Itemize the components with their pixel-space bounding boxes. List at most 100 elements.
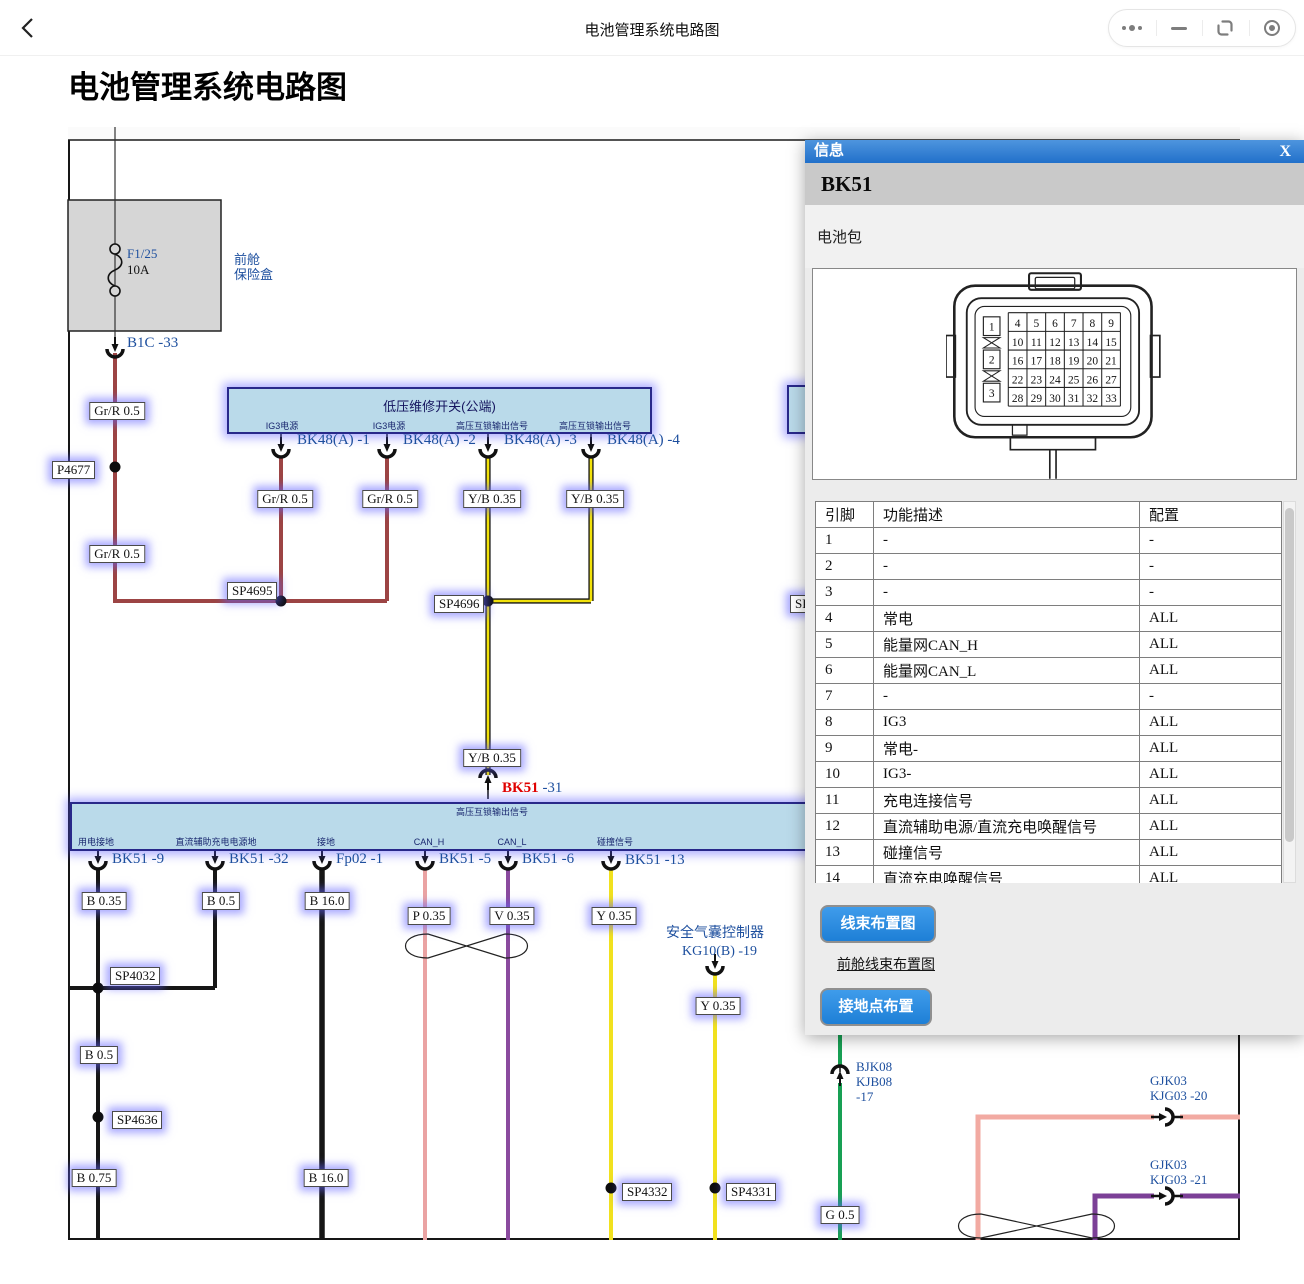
connector-id: BK51 bbox=[805, 163, 1304, 205]
table-scrollbar[interactable] bbox=[1283, 501, 1296, 883]
table-row: 8IG3ALL bbox=[816, 710, 1282, 736]
svg-text:9: 9 bbox=[1108, 318, 1114, 330]
table-row: 10IG3-ALL bbox=[816, 762, 1282, 788]
table-row: 12直流辅助电源/直流充电唤醒信号ALL bbox=[816, 814, 1282, 840]
ground-points-button[interactable]: 接地点布置 bbox=[820, 988, 932, 1026]
splice-label-sp4332[interactable]: SP4332 bbox=[622, 1183, 672, 1201]
close-icon[interactable]: X bbox=[1279, 141, 1291, 163]
svg-text:21: 21 bbox=[1105, 356, 1117, 368]
wire-label: P 0.35 bbox=[408, 907, 451, 925]
wire-label: B 0.5 bbox=[202, 892, 240, 910]
svg-text:17: 17 bbox=[1030, 356, 1042, 368]
table-row: 9常电-ALL bbox=[816, 736, 1282, 762]
minimize-icon[interactable] bbox=[1156, 10, 1203, 46]
pin-function-label: 高压互锁输出信号 bbox=[456, 421, 528, 431]
svg-text:29: 29 bbox=[1030, 393, 1042, 405]
connector-label-bk51-6[interactable]: BK51 -6 bbox=[522, 851, 574, 868]
pin-function-label: 接地 bbox=[317, 837, 335, 847]
connector-label-kg10[interactable]: KG10(B) -19 bbox=[682, 944, 757, 960]
splice-label-sp4696[interactable]: SP4696 bbox=[434, 595, 484, 613]
more-options-icon[interactable] bbox=[1109, 10, 1156, 46]
connector-label-bk51-31[interactable]: BK51 -31 bbox=[502, 780, 562, 797]
info-panel-header: 信息 X bbox=[805, 140, 1304, 163]
wire-label: Gr/R 0.5 bbox=[89, 402, 145, 420]
connector-label-bk51-32[interactable]: BK51 -32 bbox=[229, 851, 289, 868]
component-label-airbag[interactable]: 安全气囊控制器 bbox=[666, 926, 764, 942]
splice-label-p4677[interactable]: P4677 bbox=[52, 461, 95, 479]
svg-text:6: 6 bbox=[1052, 318, 1058, 330]
svg-text:20: 20 bbox=[1086, 356, 1098, 368]
table-row: 1-- bbox=[816, 528, 1282, 554]
svg-text:23: 23 bbox=[1030, 374, 1042, 386]
table-row: 4常电ALL bbox=[816, 606, 1282, 632]
connector-description: 电池包 bbox=[805, 205, 1304, 268]
svg-text:22: 22 bbox=[1011, 374, 1023, 386]
svg-text:32: 32 bbox=[1086, 393, 1098, 405]
connector-id-highlight[interactable]: BK51 bbox=[502, 780, 539, 796]
svg-text:26: 26 bbox=[1086, 374, 1098, 386]
circle-close-icon[interactable] bbox=[1249, 10, 1296, 46]
svg-text:33: 33 bbox=[1105, 393, 1117, 405]
connector-label-bk51-9[interactable]: BK51 -9 bbox=[112, 851, 164, 868]
splice-label-sp4695[interactable]: SP4695 bbox=[227, 582, 277, 600]
connector-label-fp02-1[interactable]: Fp02 -1 bbox=[336, 851, 383, 868]
wire-label: B 0.5 bbox=[80, 1046, 118, 1064]
top-strip bbox=[68, 127, 1240, 140]
wire-label: B 0.35 bbox=[82, 892, 127, 910]
connector-label-bjk08[interactable]: BJK08KJB08-17 bbox=[856, 1059, 892, 1104]
connector-label-bk48-2[interactable]: BK48(A) -2 bbox=[403, 432, 476, 449]
wire-label: G 0.5 bbox=[821, 1206, 860, 1224]
svg-text:8: 8 bbox=[1089, 318, 1095, 330]
wire-label: Y/B 0.35 bbox=[463, 749, 521, 767]
connector-label-gjk03-21[interactable]: GJK03KJG03 -21 bbox=[1150, 1157, 1207, 1187]
connector-label-gjk03-20[interactable]: GJK03KJG03 -20 bbox=[1150, 1073, 1207, 1103]
pin-function-label: 碰撞信号 bbox=[597, 837, 633, 847]
pin-function-label: 用电接地 bbox=[78, 837, 114, 847]
component-box-lv-service-switch[interactable]: 低压维修开关(公端) IG3电源 IG3电源 高压互锁输出信号 高压互锁输出信号 bbox=[227, 387, 652, 434]
circle-dot-glyph bbox=[1264, 20, 1280, 36]
scrollbar-thumb[interactable] bbox=[1285, 508, 1294, 842]
connector-label-b1c[interactable]: B1C -33 bbox=[127, 335, 178, 352]
table-row: 5能量网CAN_HALL bbox=[816, 632, 1282, 658]
svg-text:24: 24 bbox=[1049, 374, 1061, 386]
wire-label: B 16.0 bbox=[304, 1169, 349, 1187]
table-row: 11充电连接信号ALL bbox=[816, 788, 1282, 814]
connector-label-bk48-1[interactable]: BK48(A) -1 bbox=[297, 432, 370, 449]
pin-function-label: 高压互锁输出信号 bbox=[456, 807, 528, 817]
pin-function-label: 直流辅助充电电源地 bbox=[175, 837, 256, 847]
connector-label-bk51-5[interactable]: BK51 -5 bbox=[439, 851, 491, 868]
table-row: 14直流充电唤醒信号ALL bbox=[816, 866, 1282, 884]
table-row: 3-- bbox=[816, 580, 1282, 606]
fuse-box bbox=[68, 127, 221, 345]
svg-text:14: 14 bbox=[1086, 337, 1098, 349]
svg-text:27: 27 bbox=[1105, 374, 1117, 386]
fuse-id-label: F1/25 bbox=[127, 246, 157, 261]
table-row: 7-- bbox=[816, 684, 1282, 710]
splice-label-sp4331[interactable]: SP4331 bbox=[726, 1183, 776, 1201]
restore-icon[interactable] bbox=[1202, 10, 1249, 46]
svg-text:15: 15 bbox=[1105, 337, 1117, 349]
svg-text:31: 31 bbox=[1067, 393, 1079, 405]
harness-layout-button[interactable]: 线束布置图 bbox=[820, 905, 936, 943]
wire-label: Y 0.35 bbox=[592, 907, 637, 925]
splice-label-sp4636[interactable]: SP4636 bbox=[112, 1111, 162, 1129]
svg-text:16: 16 bbox=[1011, 356, 1023, 368]
svg-text:13: 13 bbox=[1067, 337, 1079, 349]
connector-label-bk48-3[interactable]: BK48(A) -3 bbox=[504, 432, 577, 449]
table-row: 13碰撞信号ALL bbox=[816, 840, 1282, 866]
wire-label: B 16.0 bbox=[305, 892, 350, 910]
front-harness-link[interactable]: 前舱线束布置图 bbox=[837, 954, 935, 974]
svg-text:1: 1 bbox=[988, 321, 994, 333]
svg-text:7: 7 bbox=[1070, 318, 1076, 330]
svg-text:5: 5 bbox=[1033, 318, 1039, 330]
connector-label-bk51-13[interactable]: BK51 -13 bbox=[625, 852, 685, 869]
svg-text:12: 12 bbox=[1049, 337, 1061, 349]
wire-label: V 0.35 bbox=[489, 907, 534, 925]
connector-label-bk48-4[interactable]: BK48(A) -4 bbox=[607, 432, 680, 449]
wire-label: B 0.75 bbox=[72, 1169, 117, 1187]
info-panel: 信息 X BK51 电池包 bbox=[805, 140, 1304, 1035]
wire-label: Gr/R 0.5 bbox=[257, 490, 313, 508]
pin-table: 引脚功能描述配置 1-- 2-- 3-- 4常电ALL 5能量网CAN_HALL… bbox=[815, 501, 1282, 883]
splice-label-sp4032[interactable]: SP4032 bbox=[110, 967, 160, 985]
svg-text:11: 11 bbox=[1030, 337, 1041, 349]
